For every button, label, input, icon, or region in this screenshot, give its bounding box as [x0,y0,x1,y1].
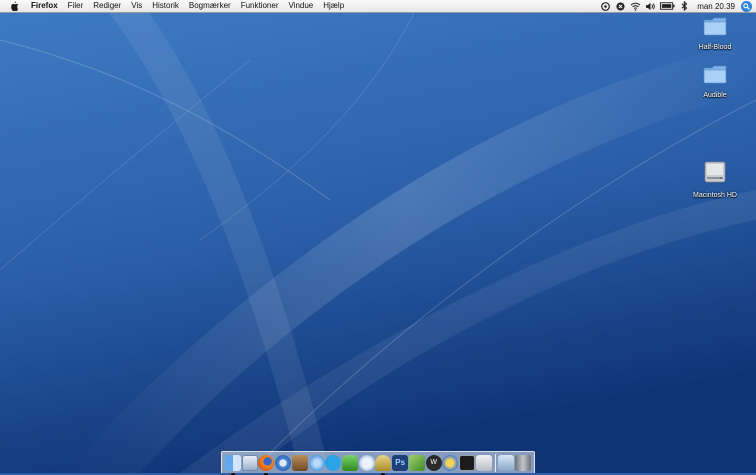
folder-icon [703,64,727,84]
apple-menu-icon[interactable] [8,1,20,11]
menu-vis[interactable]: Vis [126,0,147,12]
mail-icon[interactable] [241,454,258,471]
menu-clock[interactable]: man 20.39 [697,2,735,11]
desktop-icon-label: Macintosh HD [693,192,737,199]
transmit-icon[interactable] [442,454,459,471]
menu-funktioner[interactable]: Funktioner [236,0,284,12]
desktop-icon-macintosh-hd[interactable]: Macintosh HD [685,160,745,202]
menu-app-firefox[interactable]: Firefox [26,0,63,12]
wikipedia-icon[interactable]: W [425,454,442,471]
bluetooth-icon[interactable] [679,1,690,12]
finder-icon[interactable] [225,454,241,475]
desktop-icon-label: Audible [703,92,727,99]
menu-hjaelp[interactable]: Hjælp [318,0,349,12]
desktop-icon-audible[interactable]: Audible [685,64,745,102]
preview-icon[interactable] [291,454,308,471]
menu-rediger[interactable]: Rediger [88,0,126,12]
textmate-icon[interactable] [408,454,425,471]
menu-vindue[interactable]: Vindue [283,0,318,12]
status-area: man 20.39 [598,0,756,12]
spotlight-search-icon[interactable] [741,0,752,12]
system-preferences-icon[interactable] [475,454,492,471]
ichat-icon[interactable] [358,454,375,471]
volume-icon[interactable] [645,1,656,12]
skype-icon[interactable] [325,454,342,471]
desktop-wallpaper [0,0,756,473]
applications-stack-icon[interactable] [498,454,515,471]
menu-historik[interactable]: Historik [147,0,184,12]
dock: Ps W [221,451,535,475]
battery-icon[interactable] [660,1,675,12]
close-circle-icon[interactable] [615,1,626,12]
sync-icon[interactable] [600,1,611,12]
photoshop-icon[interactable]: Ps [392,454,409,471]
photoshop-label: Ps [395,458,406,467]
wifi-icon[interactable] [630,1,641,12]
trash-icon[interactable] [514,454,531,471]
menu-bar: Firefox Filer Rediger Vis Historik Bogmæ… [0,0,756,13]
folder-icon [703,16,727,36]
wiki-label: W [430,459,437,466]
hard-drive-icon [703,160,727,184]
microphone-icon[interactable] [375,454,392,475]
menu-bogmaerker[interactable]: Bogmærker [184,0,236,12]
firefox-icon[interactable] [258,454,275,475]
safari-icon[interactable] [275,454,292,471]
terminal-icon[interactable] [459,454,476,471]
desktop-icon-label: Half-Blood [698,44,732,51]
adium-icon[interactable] [342,454,359,471]
dock-separator [494,453,496,472]
desktop-icon-half-blood[interactable]: Half-Blood [685,16,745,54]
menu-filer[interactable]: Filer [63,0,89,12]
itunes-icon[interactable] [308,454,325,471]
